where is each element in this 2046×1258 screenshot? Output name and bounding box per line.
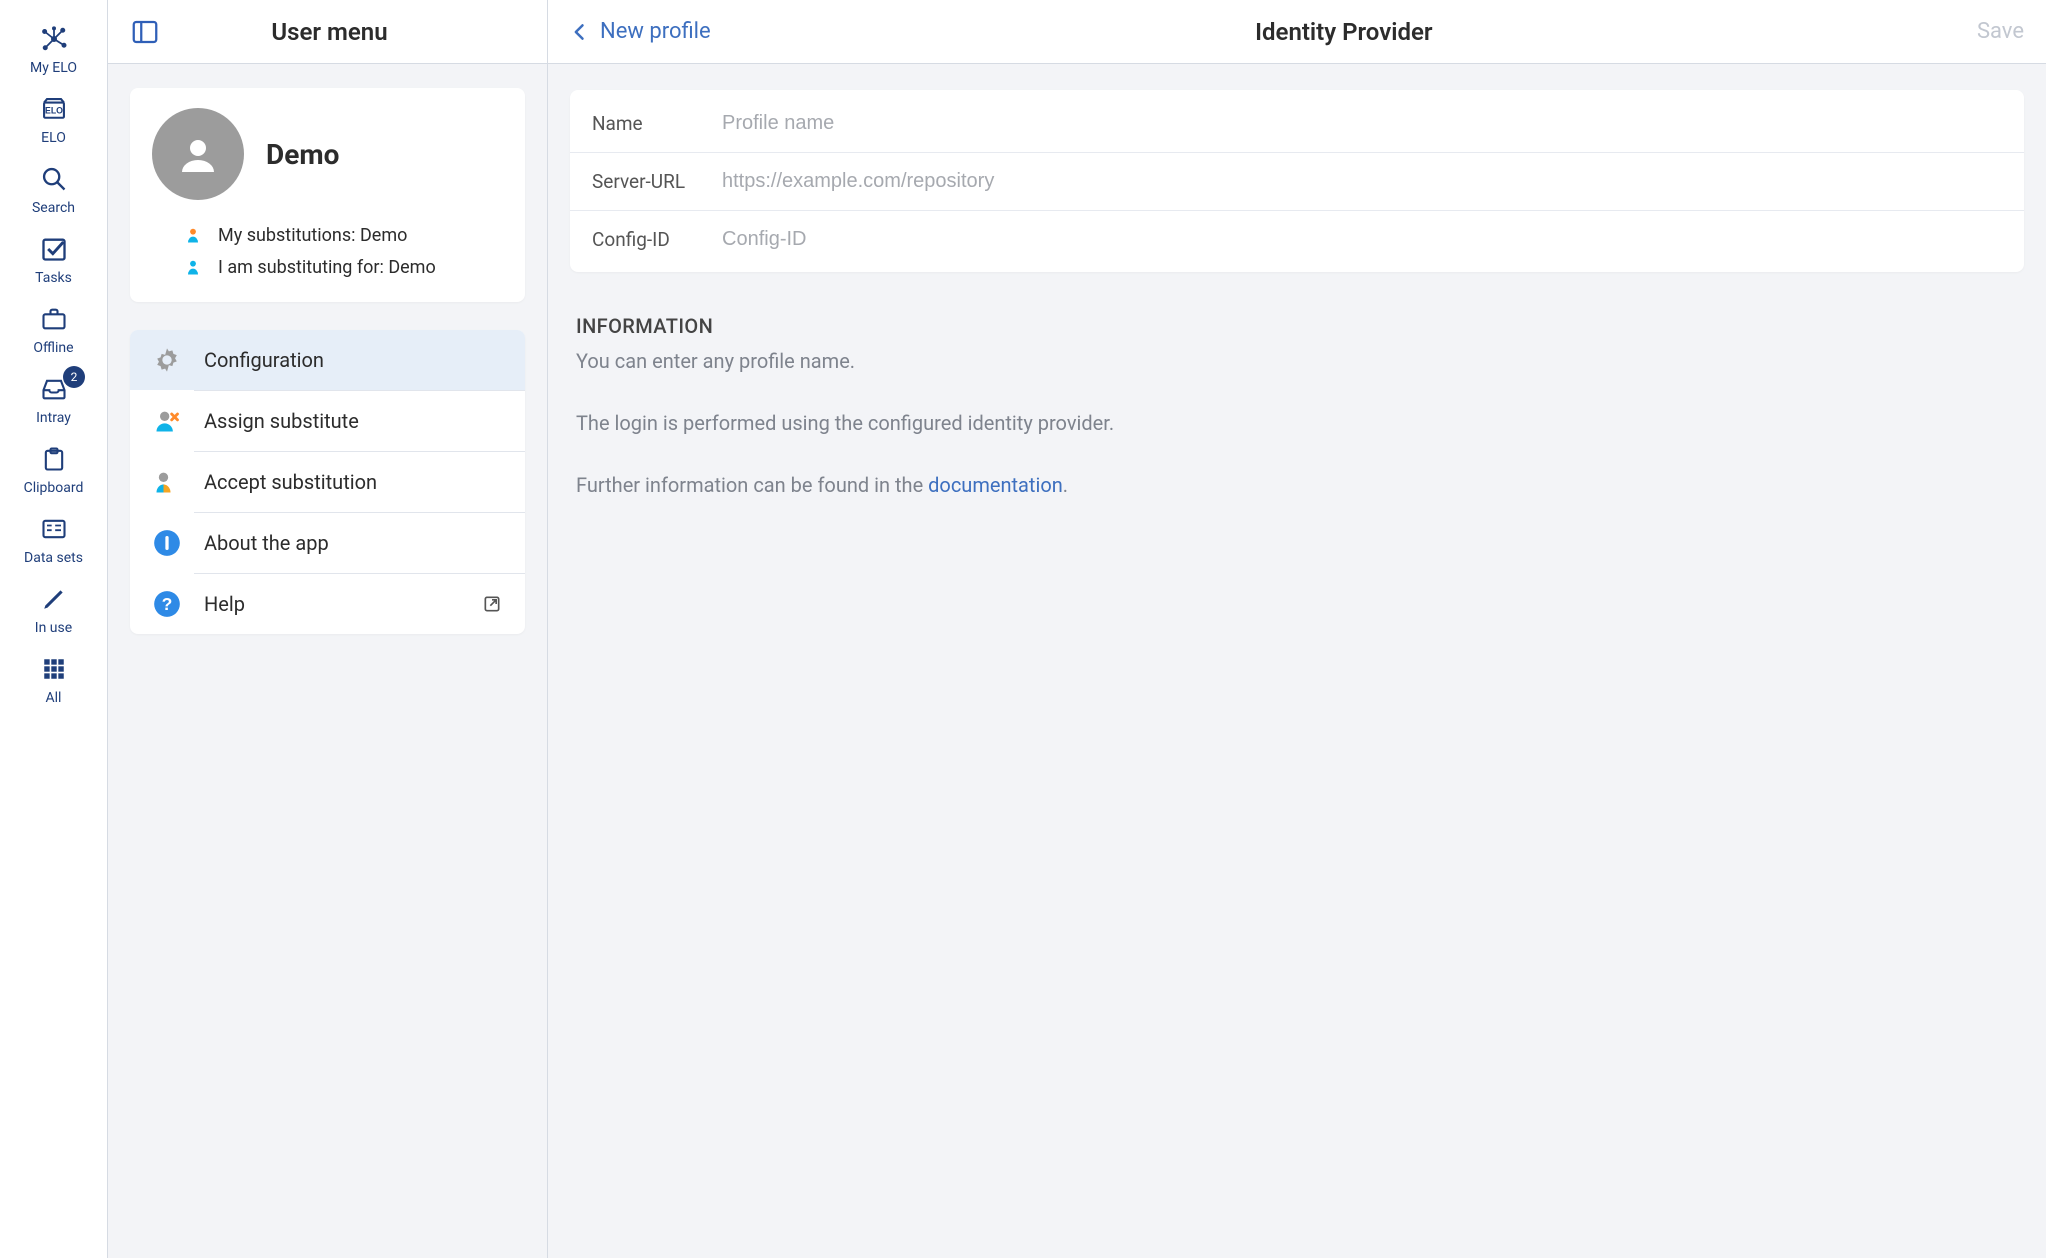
rail-item-all[interactable]: All — [0, 642, 107, 712]
rail-item-elo[interactable]: ELO ELO — [0, 82, 107, 152]
svg-text:?: ? — [162, 594, 173, 614]
pencil-icon — [37, 582, 71, 616]
config-input[interactable] — [722, 228, 2002, 251]
my-substitutions-row: My substitutions: Demo — [182, 224, 503, 246]
main-title: Identity Provider — [711, 18, 1977, 46]
menu-item-about[interactable]: About the app — [130, 513, 525, 573]
chevron-left-icon — [570, 22, 590, 42]
intray-badge: 2 — [63, 366, 85, 388]
rail-label: Clipboard — [24, 480, 84, 496]
rail-label: Data sets — [24, 550, 83, 566]
rail-item-clipboard[interactable]: Clipboard — [0, 432, 107, 502]
info-heading: INFORMATION — [576, 314, 2018, 338]
avatar — [152, 108, 244, 200]
form-row-url: Server-URL — [570, 152, 2024, 210]
grid-icon — [37, 652, 71, 686]
rail-label: Tasks — [35, 270, 72, 286]
person-orange-icon — [182, 224, 204, 246]
info-text-3-post: . — [1063, 473, 1068, 497]
main-panel: New profile Identity Provider Save Name … — [548, 0, 2046, 1258]
menu-label: Accept substitution — [204, 470, 377, 494]
nav-rail: My ELO ELO ELO Search Tasks — [0, 0, 108, 1258]
back-button[interactable]: New profile — [570, 19, 711, 44]
rail-label: ELO — [41, 130, 66, 146]
form-icon — [37, 512, 71, 546]
clipboard-icon — [37, 442, 71, 476]
config-label: Config-ID — [592, 228, 712, 251]
accept-substitution-icon — [152, 467, 182, 497]
info-text-1: You can enter any profile name. — [576, 346, 2018, 376]
archive-icon: ELO — [37, 92, 71, 126]
main-header: New profile Identity Provider Save — [548, 0, 2046, 64]
rail-label: In use — [35, 620, 72, 636]
info-text-3: Further information can be found in the … — [576, 470, 2018, 500]
menu-label: About the app — [204, 531, 329, 555]
assign-substitute-icon — [152, 406, 182, 436]
external-link-icon — [481, 593, 503, 615]
rail-label: Offline — [33, 340, 73, 356]
info-icon — [152, 528, 182, 558]
middle-title: User menu — [176, 18, 483, 46]
info-text-2: The login is performed using the configu… — [576, 408, 2018, 438]
save-button[interactable]: Save — [1977, 19, 2024, 44]
person-blue-icon — [182, 256, 204, 278]
info-text-3-pre: Further information can be found in the — [576, 473, 928, 497]
rail-item-inuse[interactable]: In use — [0, 572, 107, 642]
substituting-for-row: I am substituting for: Demo — [182, 256, 503, 278]
rail-item-offline[interactable]: Offline — [0, 292, 107, 362]
rail-item-datasets[interactable]: Data sets — [0, 502, 107, 572]
briefcase-icon — [37, 302, 71, 336]
menu-label: Configuration — [204, 348, 324, 372]
menu-item-configuration[interactable]: Configuration — [130, 330, 525, 390]
middle-column: User menu Demo — [108, 0, 548, 1258]
menu-card: Configuration Assign substitute — [130, 330, 525, 634]
network-icon — [37, 22, 71, 56]
name-label: Name — [592, 112, 712, 135]
middle-header: User menu — [108, 0, 547, 64]
form-row-name: Name — [570, 94, 2024, 152]
rail-item-search[interactable]: Search — [0, 152, 107, 222]
rail-item-myelo[interactable]: My ELO — [0, 12, 107, 82]
rail-label: Search — [32, 200, 75, 216]
back-label: New profile — [600, 19, 711, 44]
rail-label: All — [46, 690, 62, 706]
info-block: INFORMATION You can enter any profile na… — [570, 314, 2024, 500]
form-card: Name Server-URL Config-ID — [570, 90, 2024, 272]
svg-text:ELO: ELO — [45, 106, 63, 116]
help-icon: ? — [152, 589, 182, 619]
user-card: Demo My substitutions: Demo — [130, 88, 525, 302]
rail-label: Intray — [36, 410, 71, 426]
menu-item-accept-substitution[interactable]: Accept substitution — [130, 452, 525, 512]
sidebar-toggle-icon[interactable] — [128, 15, 162, 49]
menu-label: Assign substitute — [204, 409, 359, 433]
search-icon — [37, 162, 71, 196]
url-label: Server-URL — [592, 170, 712, 193]
form-row-config: Config-ID — [570, 210, 2024, 268]
url-input[interactable] — [722, 170, 2002, 193]
menu-label: Help — [204, 592, 245, 616]
name-input[interactable] — [722, 112, 2002, 135]
rail-label: My ELO — [30, 60, 77, 76]
gear-icon — [152, 345, 182, 375]
substituting-for-label: I am substituting for: Demo — [218, 257, 436, 278]
menu-item-assign-substitute[interactable]: Assign substitute — [130, 391, 525, 451]
documentation-link[interactable]: documentation — [928, 473, 1063, 497]
my-substitutions-label: My substitutions: Demo — [218, 225, 407, 246]
menu-item-help[interactable]: ? Help — [130, 574, 525, 634]
rail-item-intray[interactable]: 2 Intray — [0, 362, 107, 432]
rail-item-tasks[interactable]: Tasks — [0, 222, 107, 292]
check-icon — [37, 232, 71, 266]
user-name: Demo — [266, 138, 339, 171]
